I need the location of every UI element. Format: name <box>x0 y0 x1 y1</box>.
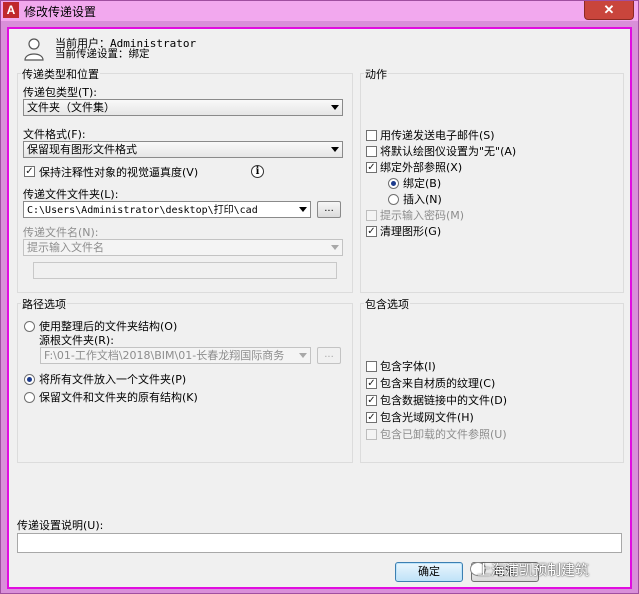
description-input[interactable] <box>17 533 622 553</box>
dialog-client-area: 当前用户：Administrator 当前传递设置：绑定 传递类型和位置 传递包… <box>7 27 632 589</box>
include-fonts-label: 包含字体(I) <box>380 360 436 373</box>
dialog-window: A 修改传递设置 ✕ 当前用户：Administrator 当前传递设置：绑定 … <box>0 0 639 594</box>
title-bar[interactable]: A 修改传递设置 ✕ <box>1 1 638 21</box>
annotative-fidelity-label: 保持注释性对象的视觉逼真度(V) <box>39 166 199 179</box>
browse-folder-button[interactable]: ... <box>317 201 341 218</box>
chevron-down-icon <box>299 353 307 358</box>
package-type-dropdown[interactable]: 文件夹（文件集） <box>23 99 343 116</box>
source-root-combo[interactable]: F:\01-工作文档\2018\BIM\01-长春龙翔国际商务 <box>40 347 311 364</box>
default-plotter-label: 将默认绘图仪设置为"无"(A) <box>380 145 517 158</box>
send-email-checkbox[interactable] <box>366 130 377 141</box>
organized-structure-radio[interactable] <box>24 321 35 332</box>
info-icon[interactable]: i <box>251 165 264 178</box>
default-plotter-checkbox[interactable] <box>366 146 377 157</box>
source-root-label: 源根文件夹(R): <box>39 334 114 347</box>
transmittal-folder-value: C:\Users\Administrator\desktop\打印\cad <box>27 205 258 216</box>
single-folder-radio[interactable] <box>24 374 35 385</box>
keep-structure-radio[interactable] <box>24 392 35 403</box>
transmittal-group-title: 传递类型和位置 <box>21 66 100 82</box>
transmittal-file-name-input[interactable] <box>33 262 337 279</box>
path-options-group-title: 路径选项 <box>21 296 67 312</box>
transmittal-folder-label: 传递文件文件夹(L): <box>23 188 119 201</box>
bind-xrefs-label: 绑定外部参照(X) <box>380 161 463 174</box>
current-setting-text: 当前传递设置：绑定 <box>55 48 150 60</box>
include-photometric-label: 包含光域网文件(H) <box>380 411 474 424</box>
actions-group-title: 动作 <box>364 66 388 82</box>
keep-structure-label: 保留文件和文件夹的原有结构(K) <box>39 391 198 404</box>
purge-drawings-checkbox[interactable]: ✓ <box>366 226 377 237</box>
include-unloaded-xrefs-label: 包含已卸载的文件参照(U) <box>380 428 507 441</box>
include-options-group-title: 包含选项 <box>364 296 410 312</box>
bind-xrefs-checkbox[interactable]: ✓ <box>366 162 377 173</box>
user-icon <box>24 38 44 61</box>
insert-radio[interactable] <box>388 194 399 205</box>
single-folder-label: 将所有文件放入一个文件夹(P) <box>39 373 187 386</box>
include-photometric-checkbox[interactable]: ✓ <box>366 412 377 423</box>
ok-button[interactable]: 确定 <box>395 562 463 582</box>
actions-group <box>360 73 624 293</box>
bind-radio[interactable] <box>388 178 399 189</box>
close-button[interactable]: ✕ <box>584 1 634 20</box>
include-fonts-checkbox[interactable] <box>366 361 377 372</box>
insert-radio-label: 插入(N) <box>403 193 442 206</box>
include-data-links-label: 包含数据链接中的文件(D) <box>380 394 508 407</box>
send-email-label: 用传递发送电子邮件(S) <box>380 129 495 142</box>
chevron-down-icon <box>331 147 339 152</box>
bind-radio-label: 绑定(B) <box>403 177 442 190</box>
file-format-dropdown[interactable]: 保留现有图形文件格式 <box>23 141 343 158</box>
browse-source-root-button[interactable]: ... <box>317 347 341 364</box>
transmittal-folder-combo[interactable]: C:\Users\Administrator\desktop\打印\cad <box>23 201 311 218</box>
include-material-textures-checkbox[interactable]: ✓ <box>366 378 377 389</box>
chevron-down-icon <box>331 105 339 110</box>
include-material-textures-label: 包含来自材质的纹理(C) <box>380 377 496 390</box>
source-root-value: F:\01-工作文档\2018\BIM\01-长春龙翔国际商务 <box>44 349 285 362</box>
purge-drawings-label: 清理图形(G) <box>380 225 442 238</box>
include-data-links-checkbox[interactable]: ✓ <box>366 395 377 406</box>
window-title: 修改传递设置 <box>24 5 97 19</box>
annotative-fidelity-checkbox[interactable]: ✓ <box>24 166 35 177</box>
file-format-label: 文件格式(F): <box>23 128 86 141</box>
transmittal-file-name-label: 传递文件名(N): <box>23 226 99 239</box>
prompt-password-checkbox[interactable] <box>366 210 377 221</box>
package-type-label: 传递包类型(T): <box>23 86 98 99</box>
transmittal-file-name-dropdown[interactable]: 提示输入文件名 <box>23 239 343 256</box>
chevron-down-icon <box>331 245 339 250</box>
prompt-password-label: 提示输入密码(M) <box>380 209 465 222</box>
autocad-app-icon: A <box>3 2 19 18</box>
include-unloaded-xrefs-checkbox[interactable] <box>366 429 377 440</box>
chevron-down-icon <box>299 207 307 212</box>
file-format-value: 保留现有图形文件格式 <box>27 143 137 156</box>
description-label: 传递设置说明(U): <box>17 519 104 532</box>
package-type-value: 文件夹（文件集） <box>27 101 115 114</box>
watermark-text: 上海浦凯预制建筑 <box>477 563 589 579</box>
transmittal-file-name-value: 提示输入文件名 <box>27 241 104 254</box>
